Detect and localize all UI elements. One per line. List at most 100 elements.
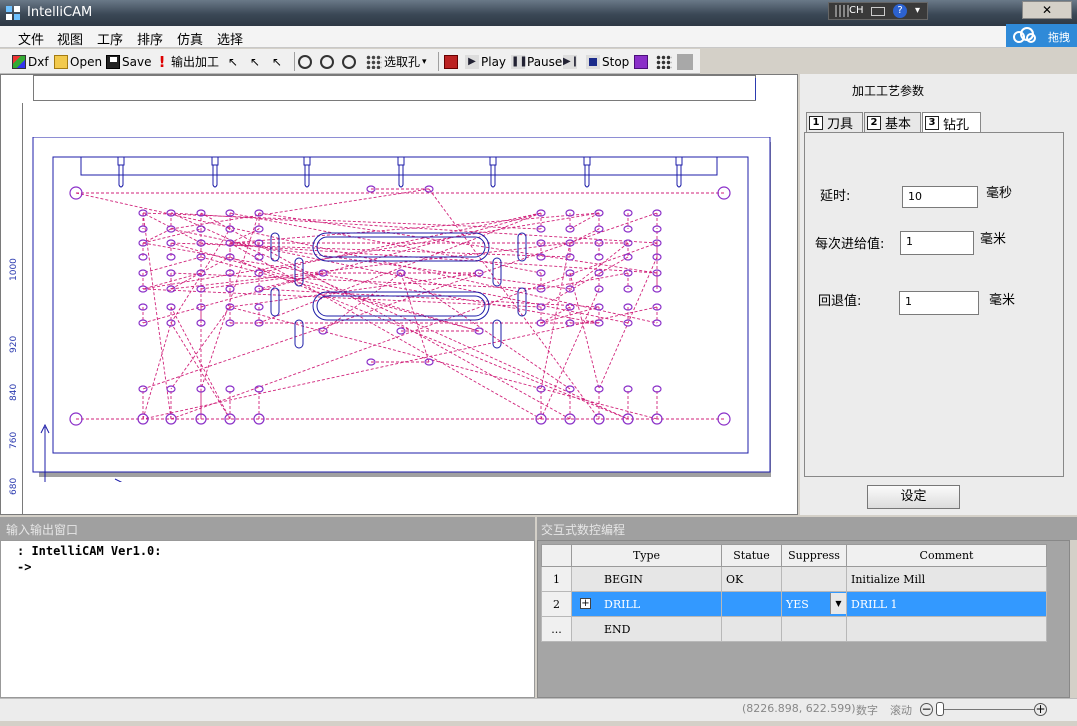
folder-open-icon [54, 54, 68, 69]
gray-button[interactable] [677, 52, 695, 71]
dxf-button[interactable]: Dxf [12, 52, 49, 71]
zoom-slider[interactable] [938, 709, 1034, 710]
retract-input[interactable]: 1 [899, 291, 979, 315]
statue-cell[interactable] [721, 616, 782, 642]
hole-grid-icon [366, 54, 382, 69]
drilling-params: 延时: 10 毫秒 每次进给值: 1 毫米 回退值: 1 毫米 [804, 132, 1064, 477]
play-button[interactable]: ▶ Play [465, 52, 506, 71]
panel-title: 加工工艺参数 [852, 84, 925, 98]
menu-view[interactable]: 视图 [57, 29, 83, 48]
close-button[interactable]: ✕ [1022, 1, 1072, 19]
grid-icon [656, 54, 672, 69]
table-row[interactable]: 2 + DRILL YES ▼ DRILL 1 [541, 591, 1047, 617]
type-cell[interactable]: + DRILL [571, 591, 722, 617]
save-button[interactable]: Save [106, 52, 151, 71]
statue-cell[interactable] [721, 591, 782, 617]
feed-unit: 毫米 [980, 232, 1007, 247]
table-row[interactable]: ... END [541, 616, 1047, 642]
open-button[interactable]: Open [54, 52, 102, 71]
zoom-slider-thumb[interactable] [936, 702, 944, 716]
ruler-tick: 1000 [9, 258, 19, 281]
suppress-cell[interactable] [781, 566, 847, 592]
zoom-all-icon [342, 54, 356, 69]
tab-label: 基本 [885, 117, 912, 132]
pause-button[interactable]: ❚❚ Pause [511, 52, 562, 71]
film-button[interactable] [634, 52, 650, 71]
drawing-canvas[interactable]: 1000 920 840 760 680 60 [0, 74, 798, 537]
column-type[interactable]: Type [571, 544, 722, 567]
menu-operation[interactable]: 工序 [97, 29, 123, 48]
menu-select[interactable]: 选择 [217, 29, 243, 48]
row-number: 2 [541, 591, 572, 617]
ime-language[interactable]: CH [849, 5, 864, 16]
feed-input[interactable]: 1 [900, 231, 974, 255]
blank-icon [677, 53, 693, 70]
keyboard-icon[interactable] [871, 7, 885, 16]
zoom-window-icon [298, 54, 312, 69]
column-comment[interactable]: Comment [846, 544, 1047, 567]
type-cell[interactable]: END [571, 616, 722, 642]
set-button[interactable]: 设定 [867, 485, 960, 509]
comment-cell[interactable]: DRILL 1 [846, 591, 1047, 617]
nc-program-grid: Type Statue Suppress Comment 1 BEGIN OK … [541, 544, 1047, 642]
dxf-icon [12, 54, 26, 69]
expand-icon[interactable]: + [580, 598, 591, 609]
export-machining-button[interactable]: ! 输出加工 [155, 52, 219, 71]
tab-label: 钻孔 [943, 117, 970, 133]
delay-input[interactable]: 10 [902, 186, 978, 208]
zoom-all-button[interactable] [342, 52, 358, 71]
stop-label: Stop [602, 54, 630, 69]
column-suppress[interactable]: Suppress [781, 544, 847, 567]
tab-drilling[interactable]: 3 钻孔 [922, 112, 981, 134]
menu-file[interactable]: 文件 [18, 29, 44, 48]
statue-cell[interactable]: OK [721, 566, 782, 592]
retract-unit: 毫米 [989, 293, 1016, 308]
floppy-disk-icon [106, 54, 120, 69]
column-statue[interactable]: Statue [721, 544, 782, 567]
type-value: DRILL [604, 597, 641, 611]
arrow-cursor-icon: ↖ [228, 54, 239, 69]
console-line: : IntelliCAM Ver1.0: [17, 544, 162, 558]
table-row[interactable]: 1 BEGIN OK Initialize Mill [541, 566, 1047, 592]
ime-toolbar[interactable]: CH ? ▾ [828, 2, 928, 20]
select-multi-button[interactable]: ↖ [272, 52, 288, 71]
zoom-in-icon[interactable]: + [1034, 703, 1047, 716]
step-button[interactable]: ▶❙ [563, 52, 579, 71]
grid-button[interactable] [656, 52, 674, 71]
comment-cell[interactable] [846, 616, 1047, 642]
ruler-tick: 680 [9, 477, 19, 495]
tab-tool[interactable]: 1 刀具 [806, 112, 863, 133]
zoom-out-icon[interactable]: − [920, 703, 933, 716]
select-holes-dropdown[interactable]: 选取孔 ▾ [366, 52, 427, 71]
cloud-widget[interactable]: 拖拽 [1006, 24, 1077, 47]
suppress-cell[interactable] [781, 616, 847, 642]
ime-menu-icon[interactable]: ▾ [915, 5, 920, 16]
zoom-fit-button[interactable] [320, 52, 336, 71]
retract-label: 回退值: [818, 294, 862, 309]
delay-unit: 毫秒 [986, 186, 1013, 201]
row-number: ... [541, 616, 572, 642]
tab-basic[interactable]: 2 基本 [864, 112, 921, 133]
help-icon[interactable]: ? [893, 4, 907, 18]
menu-simulate[interactable]: 仿真 [177, 29, 203, 48]
arrow-point-icon: ↖ [250, 54, 261, 69]
tab-label: 刀具 [827, 117, 854, 132]
chevron-down-icon[interactable]: ▼ [830, 593, 846, 614]
suppress-cell[interactable]: YES ▼ [781, 591, 847, 617]
menu-sort[interactable]: 排序 [137, 29, 163, 48]
scrolllock-indicator: 滚动 [890, 704, 912, 717]
vertical-ruler: 1000 920 840 760 680 60 [1, 103, 23, 537]
dxf-label: Dxf [28, 54, 49, 69]
tool-button[interactable] [444, 52, 460, 71]
type-cell[interactable]: BEGIN [571, 566, 722, 592]
stop-button[interactable]: Stop [586, 52, 629, 71]
select-arrow-button[interactable]: ↖ [228, 52, 244, 71]
zoom-window-button[interactable] [298, 52, 314, 71]
ruler-tick: 840 [9, 383, 19, 401]
io-console[interactable]: : IntelliCAM Ver1.0: -> [0, 540, 535, 698]
film-icon [634, 54, 648, 69]
select-point-button[interactable]: ↖ [250, 52, 266, 71]
zoom-fit-icon [320, 54, 334, 69]
cad-drawing[interactable] [31, 137, 771, 482]
comment-cell[interactable]: Initialize Mill [846, 566, 1047, 592]
